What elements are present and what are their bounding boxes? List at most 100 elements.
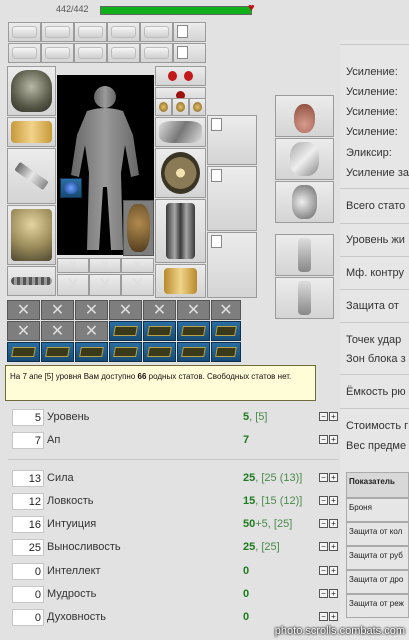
info-label: Защита от: [346, 300, 399, 312]
stat-input[interactable]: 16: [12, 516, 44, 533]
pose-button[interactable]: [275, 277, 334, 319]
gloves-slot[interactable]: [155, 117, 206, 147]
inventory-slot[interactable]: [177, 342, 210, 362]
plus-button[interactable]: +: [329, 612, 338, 621]
extra-slot[interactable]: [207, 166, 257, 231]
divider: [340, 408, 409, 409]
stat-input[interactable]: 0: [12, 563, 44, 580]
inventory-slot[interactable]: ✕: [7, 321, 40, 341]
stat-input[interactable]: 7: [12, 432, 44, 449]
inventory-slot[interactable]: [7, 342, 40, 362]
scroll-slot[interactable]: [8, 22, 41, 42]
minus-button[interactable]: −: [319, 412, 328, 421]
ring-slot[interactable]: ✕: [89, 274, 121, 296]
inventory-slot[interactable]: [211, 321, 241, 341]
stat-input[interactable]: 5: [12, 409, 44, 426]
empty-ring-icon: ✕: [133, 260, 142, 271]
shield-slot[interactable]: [155, 148, 206, 198]
extra-slot[interactable]: [207, 232, 257, 298]
minus-button[interactable]: −: [319, 566, 328, 575]
stat-input[interactable]: 12: [12, 493, 44, 510]
plus-button[interactable]: +: [329, 473, 338, 482]
minus-button[interactable]: −: [319, 519, 328, 528]
scroll-slot[interactable]: [74, 22, 107, 42]
ring3-slot[interactable]: [189, 98, 206, 116]
inventory-slot[interactable]: ✕: [109, 300, 142, 320]
inventory-slot[interactable]: ✕: [211, 300, 241, 320]
helmet-slot[interactable]: [7, 66, 56, 116]
plus-button[interactable]: +: [329, 542, 338, 551]
scroll-slot[interactable]: [140, 43, 173, 63]
inventory-slot[interactable]: ✕: [75, 321, 108, 341]
scroll-slot[interactable]: [8, 43, 41, 63]
bracers-slot[interactable]: [7, 117, 56, 147]
potion-button[interactable]: [275, 95, 334, 137]
crossed-swords-icon: ✕: [84, 302, 99, 319]
minus-button[interactable]: −: [319, 473, 328, 482]
ring1-slot[interactable]: [155, 98, 172, 116]
leg-armor-slot[interactable]: [155, 199, 206, 263]
minus-button[interactable]: −: [319, 542, 328, 551]
pet-button[interactable]: [275, 181, 334, 223]
inventory-slot[interactable]: ✕: [41, 321, 74, 341]
table-row: Защита от реж: [346, 594, 409, 618]
stat-name: Интеллект: [47, 565, 101, 577]
ring-slot[interactable]: ✕: [121, 258, 154, 273]
inventory-slot[interactable]: [109, 321, 142, 341]
plus-button[interactable]: +: [329, 519, 338, 528]
scroll-slot[interactable]: [107, 22, 140, 42]
minus-button[interactable]: −: [319, 435, 328, 444]
inventory-slot[interactable]: ✕: [75, 300, 108, 320]
scroll-slot[interactable]: [41, 22, 74, 42]
plus-button[interactable]: +: [329, 496, 338, 505]
boots-slot[interactable]: [155, 264, 206, 298]
inventory-slot[interactable]: [143, 321, 176, 341]
armor-slot[interactable]: [7, 205, 56, 265]
inventory-slot[interactable]: ✕: [177, 300, 210, 320]
minus-button[interactable]: −: [319, 589, 328, 598]
pose-button[interactable]: [275, 234, 334, 276]
ring2-slot[interactable]: [172, 98, 189, 116]
scroll-slot[interactable]: [173, 22, 206, 42]
stat-input[interactable]: 0: [12, 609, 44, 626]
inventory-slot[interactable]: [211, 342, 241, 362]
minus-button[interactable]: −: [319, 496, 328, 505]
pet-slot[interactable]: [123, 200, 154, 256]
inventory-slot[interactable]: ✕: [143, 300, 176, 320]
ring-slot[interactable]: ✕: [57, 274, 89, 296]
empty-slot-icon: [177, 25, 188, 38]
plus-button[interactable]: +: [329, 566, 338, 575]
stat-input[interactable]: 0: [12, 586, 44, 603]
scroll-slot[interactable]: [107, 43, 140, 63]
inventory-slot[interactable]: [41, 342, 74, 362]
ring-slot[interactable]: ✕: [57, 258, 89, 273]
extra-slot[interactable]: [207, 115, 257, 165]
stat-input[interactable]: 13: [12, 470, 44, 487]
inventory-slot[interactable]: [177, 321, 210, 341]
ring-slot[interactable]: ✕: [121, 274, 154, 296]
plus-button[interactable]: +: [329, 589, 338, 598]
inventory-slot[interactable]: [143, 342, 176, 362]
empty-ring-icon: ✕: [130, 276, 145, 293]
inventory-slot[interactable]: ✕: [7, 300, 40, 320]
scroll-slot[interactable]: [140, 22, 173, 42]
tablet-icon: [181, 347, 206, 357]
tablet-icon: [215, 347, 237, 357]
plus-button[interactable]: +: [329, 435, 338, 444]
weapon-slot[interactable]: [7, 148, 56, 204]
ring-slot[interactable]: ✕: [89, 258, 121, 273]
earrings-slot[interactable]: [155, 66, 206, 86]
ring-icon: [176, 102, 185, 112]
scroll-slot[interactable]: [74, 43, 107, 63]
minus-button[interactable]: −: [319, 612, 328, 621]
gem-slot[interactable]: [60, 178, 82, 198]
belt-slot[interactable]: [7, 266, 56, 296]
scroll-slot[interactable]: [41, 43, 74, 63]
inventory-slot[interactable]: ✕: [41, 300, 74, 320]
inventory-slot[interactable]: [75, 342, 108, 362]
handshake-button[interactable]: [275, 138, 334, 180]
scroll-slot[interactable]: [173, 43, 206, 63]
stat-input[interactable]: 25: [12, 539, 44, 556]
inventory-slot[interactable]: [109, 342, 142, 362]
plus-button[interactable]: +: [329, 412, 338, 421]
